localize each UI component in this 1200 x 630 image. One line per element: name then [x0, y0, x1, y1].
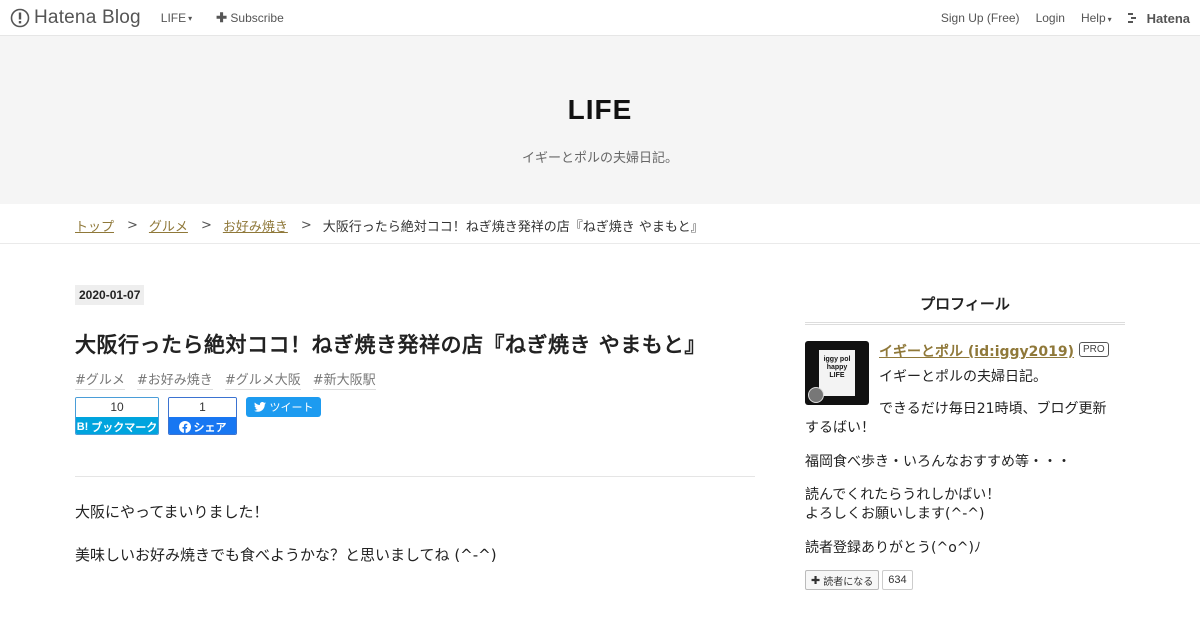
bookmark-count: 10 — [76, 398, 158, 417]
entry-paragraph: 大阪にやってまいりました！ — [75, 503, 269, 521]
chevron-down-icon: ▾ — [1107, 15, 1112, 24]
profile-text: 読んでくれたらうれしかばい！ — [805, 487, 1001, 503]
breadcrumb-separator: > — [200, 218, 212, 233]
avatar-text-line: happy — [826, 364, 848, 371]
breadcrumb-list: トップ > グルメ > お好み焼き > 大阪行ったら絶対ココ！ねぎ焼き発祥の店『… — [75, 216, 704, 235]
profile-text: 読者登録ありがとう(^o^)ﾉ — [805, 540, 981, 556]
breadcrumb: トップ > グルメ > お好み焼き > 大阪行ったら絶対ココ！ねぎ焼き発祥の店『… — [0, 204, 1200, 244]
help-menu-button[interactable]: Help ▾ — [1081, 11, 1112, 25]
hatena-icon — [1127, 13, 1136, 23]
breadcrumb-current: 大阪行ったら絶対ココ！ねぎ焼き発祥の店『ねぎ焼き やまもと』 — [322, 220, 704, 235]
share-buttons: 10 B! ブックマーク 1 シェア ツイート — [75, 397, 321, 435]
bookmark-label-row: B! ブックマーク — [76, 417, 158, 434]
profile-text: できるだけ毎日21時頃、ブログ更新 — [879, 401, 1107, 417]
tag-link[interactable]: #新大阪駅 — [312, 369, 376, 390]
breadcrumb-gourmet[interactable]: グルメ — [149, 216, 188, 235]
avatar-text-line: LIFE — [829, 372, 845, 379]
login-link[interactable]: Login — [1036, 11, 1065, 25]
global-header-right: Sign Up (Free) Login Help ▾ Hatena — [941, 0, 1190, 36]
blog-menu-label: LIFE — [160, 11, 187, 25]
entry-tags: #グルメ #お好み焼き #グルメ大阪 #新大阪駅 — [75, 369, 376, 390]
profile-title-divider — [805, 322, 1125, 325]
profile-text: するばい！ — [805, 420, 875, 436]
facebook-share-button[interactable]: 1 シェア — [168, 397, 237, 435]
blog-header: LIFE イギーとポルの夫婦日記。 — [0, 36, 1200, 204]
avatar-card: iggy pol happy LIFE — [819, 350, 855, 396]
entry-paragraph: 美味しいお好み焼きでも食べようかな？と思いましてね (^-^) — [75, 546, 497, 564]
reader-subscribe-button[interactable]: ✚ 読者になる — [805, 570, 880, 590]
subscriber-count[interactable]: 634 — [882, 570, 913, 590]
hatena-logo[interactable]: Hatena — [1127, 10, 1190, 26]
hatena-blog-icon — [10, 8, 30, 28]
breadcrumb-okonomiyaki[interactable]: お好み焼き — [223, 216, 288, 235]
avatar-badge-icon — [808, 387, 824, 403]
blog-title[interactable]: LIFE — [0, 94, 1200, 126]
facebook-label: シェア — [193, 421, 227, 434]
avatar[interactable]: iggy pol happy LIFE — [805, 341, 869, 405]
hatena-blog-logo[interactable]: Hatena Blog — [10, 7, 141, 29]
global-header-left: Hatena Blog LIFE ▾ ✚ Subscribe — [10, 0, 284, 36]
twitter-bird-icon — [253, 402, 266, 412]
facebook-count: 1 — [169, 398, 236, 417]
profile-name-link[interactable]: イギーとポル (id:iggy2019) — [879, 341, 1074, 361]
entry-date[interactable]: 2020-01-07 — [75, 285, 145, 305]
global-header: Hatena Blog LIFE ▾ ✚ Subscribe Sign Up (F… — [0, 0, 1200, 36]
blog-description: イギーとポルの夫婦日記。 — [521, 151, 678, 166]
logo-text: Hatena Blog — [34, 7, 141, 28]
tag-link[interactable]: #グルメ — [75, 369, 125, 390]
facebook-label-row: シェア — [169, 417, 236, 434]
tweet-button[interactable]: ツイート — [246, 397, 321, 417]
profile-text: イギーとポルの夫婦日記。 — [879, 369, 1047, 385]
avatar-text-line: iggy pol — [823, 356, 851, 363]
breadcrumb-separator: > — [127, 218, 138, 233]
help-label: Help — [1080, 11, 1106, 25]
bookmark-label: ブックマーク — [91, 421, 158, 434]
signup-link[interactable]: Sign Up (Free) — [941, 11, 1020, 25]
pro-badge[interactable]: PRO — [1079, 342, 1109, 357]
tag-link[interactable]: #お好み焼き — [136, 369, 213, 390]
profile-module-title: プロフィール — [920, 295, 1010, 313]
subscribe-label: Subscribe — [230, 11, 284, 25]
plus-icon: ✚ — [216, 10, 228, 25]
blog-menu-button[interactable]: LIFE ▾ — [161, 11, 192, 25]
breadcrumb-top[interactable]: トップ — [75, 216, 114, 235]
breadcrumb-separator: > — [300, 218, 312, 233]
facebook-icon — [178, 420, 191, 433]
subscribe-widget: ✚ 読者になる 634 — [805, 570, 913, 590]
global-menu: LIFE ▾ ✚ Subscribe — [161, 10, 284, 26]
entry-divider — [75, 476, 755, 477]
subscribe-button[interactable]: ✚ Subscribe — [216, 10, 284, 26]
tag-link[interactable]: #グルメ大阪 — [224, 369, 301, 390]
reader-subscribe-label: 読者になる — [823, 576, 874, 588]
profile-text: よろしくお願いします(^-^) — [805, 506, 985, 522]
profile-text: 福岡食べ歩き・いろんなおすすめ等・・・ — [805, 454, 1071, 470]
plus-icon: ✚ — [811, 573, 821, 587]
chevron-down-icon: ▾ — [188, 14, 193, 24]
hatena-bookmark-icon: B! — [76, 420, 89, 433]
tweet-label: ツイート — [269, 402, 314, 414]
hatena-logo-text: Hatena — [1146, 10, 1190, 26]
entry-title[interactable]: 大阪行ったら絶対ココ！ねぎ焼き発祥の店『ねぎ焼き やまもと』 — [75, 329, 706, 359]
hatena-bookmark-button[interactable]: 10 B! ブックマーク — [75, 397, 159, 435]
